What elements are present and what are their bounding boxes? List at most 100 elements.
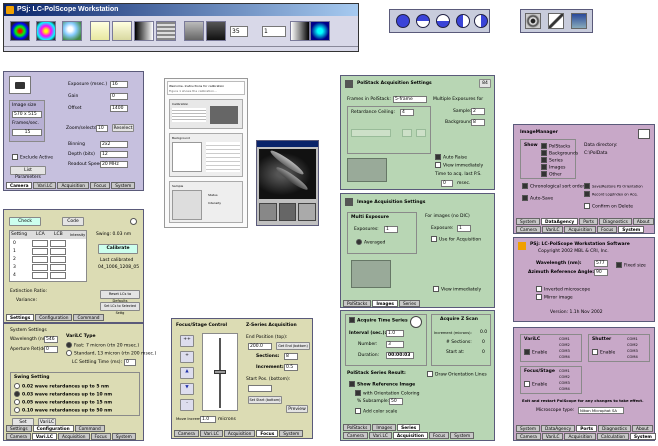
info-icon[interactable] (130, 218, 137, 225)
set-start-button[interactable]: Set Start (bottom) (248, 396, 282, 404)
save-restore-checkbox[interactable] (584, 183, 590, 189)
tab-camera[interactable]: Camera (174, 430, 199, 437)
tab-camera[interactable]: Camera (343, 432, 368, 439)
reset-lcs-button[interactable]: Reset LCs to Defaults (100, 290, 140, 303)
lca-cell[interactable] (32, 240, 48, 247)
gradient-image-icon[interactable] (134, 21, 154, 41)
tab-varilc[interactable]: Vari.LC (31, 433, 57, 440)
averaged-radio[interactable] (356, 239, 362, 245)
half-circle-bottom-icon[interactable] (436, 14, 450, 28)
zoom-input[interactable]: 10 (96, 125, 108, 132)
camera-icon[interactable] (184, 21, 204, 41)
count-spinner[interactable]: 35 (230, 26, 248, 37)
show-other[interactable]: Other (541, 171, 562, 179)
color-wheel-icon[interactable] (10, 21, 30, 41)
confirm-delete-checkbox[interactable] (584, 203, 590, 209)
focus-com-list[interactable]: COM1 COM2 COM3 COM4 (559, 368, 570, 392)
tab-polstacks[interactable]: PolStacks (343, 424, 372, 431)
focus-enable-option[interactable]: Enable (524, 381, 547, 389)
tab-settings[interactable]: Settings (6, 425, 32, 432)
half-circle-right-icon[interactable] (474, 14, 488, 28)
images-checkbox[interactable] (541, 164, 547, 170)
table-row[interactable]: 0 (10, 240, 86, 248)
polstack-info-button[interactable]: 84 (479, 79, 491, 88)
mirror-option[interactable]: Mirror image (536, 294, 573, 302)
com3-option[interactable]: COM3 (559, 349, 570, 353)
tab-diagnostics[interactable]: Diagnostics (598, 425, 632, 432)
thumb-2[interactable] (278, 203, 297, 221)
com4-option[interactable]: COM4 (627, 355, 638, 359)
averaged-option[interactable]: Averaged (356, 239, 385, 247)
tab-acquisition[interactable]: Acquisition (57, 182, 89, 189)
color-scale-checkbox[interactable] (355, 408, 361, 414)
com2-option[interactable]: COM2 (627, 343, 638, 347)
save-restore-option[interactable]: Save/Restore PS Orientation (584, 183, 643, 191)
shutter-com-list[interactable]: COM1 COM2 COM3 COM4 (627, 336, 638, 360)
new-document-icon[interactable] (90, 21, 110, 41)
about-azimuth-input[interactable]: 90 (594, 269, 608, 276)
target-icon[interactable] (525, 13, 541, 29)
varilc-enable-checkbox[interactable] (524, 349, 530, 355)
swing-option-2[interactable]: 0.03 wave retardances up to 10 nm (14, 391, 112, 399)
tab-camera[interactable]: Camera (516, 433, 541, 440)
tab-system[interactable]: System (630, 433, 656, 440)
magnify-color-icon[interactable] (62, 21, 82, 41)
preview-button[interactable]: Preview (286, 405, 308, 413)
gray-levels-icon[interactable] (290, 21, 310, 41)
background-input[interactable]: 8 (471, 119, 485, 126)
tab-focus[interactable]: Focus (428, 432, 450, 439)
com1-option[interactable]: COM1 (559, 369, 570, 373)
move-increment-input[interactable]: 1.0 (200, 416, 216, 423)
chrono-checkbox[interactable] (522, 183, 528, 189)
exclude-label[interactable]: Exclude Active (12, 154, 53, 162)
com3-option[interactable]: COM3 (627, 349, 638, 353)
autosave-checkbox[interactable] (522, 195, 528, 201)
standard-option[interactable]: Standard, 13 micron (rtn 200 msec.) (66, 350, 156, 358)
view-immediately-checkbox[interactable] (435, 162, 441, 168)
use-acquisition-option[interactable]: Use for Acquisition (431, 236, 481, 244)
tab-configuration[interactable]: Configuration (32, 425, 74, 432)
lca-cell[interactable] (32, 264, 48, 271)
swing-option-3[interactable]: 0.05 wave retardances up to 15 nm (14, 399, 112, 407)
focus-arrow-down-button[interactable]: ▼ (180, 383, 194, 395)
offset-input[interactable]: 1400 (110, 105, 128, 112)
shutter-enable-option[interactable]: Enable (592, 349, 615, 357)
half-circle-left-icon[interactable] (456, 14, 470, 28)
table-row[interactable]: 3 (10, 264, 86, 272)
tab-acquisition[interactable]: Acquisition (564, 433, 597, 440)
fixed-size-checkbox[interactable] (616, 262, 622, 268)
tab-focus[interactable]: Focus (597, 226, 618, 233)
open-document-icon[interactable] (112, 21, 132, 41)
lcb-cell[interactable] (50, 272, 66, 279)
draw-orientation-option[interactable]: Draw Orientation Lines (427, 371, 487, 379)
record-log-checkbox[interactable] (584, 191, 590, 197)
tab-system[interactable]: System (111, 433, 136, 440)
check-button[interactable]: Check (9, 217, 41, 226)
lcb-cell[interactable] (50, 248, 66, 255)
with-orientation-checkbox[interactable] (355, 390, 361, 396)
focus-arrow-up-button[interactable]: ▲ (180, 367, 194, 379)
thumb-3[interactable] (298, 203, 317, 221)
tab-about[interactable]: About (632, 218, 654, 225)
show-reference-option[interactable]: Show Reference Image (349, 381, 415, 389)
count-dropdown[interactable]: 1 (262, 26, 286, 37)
com2-option[interactable]: COM2 (559, 343, 570, 347)
tab-polstacks[interactable]: PolStacks (343, 300, 372, 307)
chrono-option[interactable]: Chronological sort order (522, 183, 584, 191)
tab-camera[interactable]: Camera (6, 182, 33, 189)
exposure-input[interactable]: 16 (110, 81, 128, 88)
tab-system[interactable]: System (618, 226, 645, 233)
varilc-enable-option[interactable]: Enable (524, 349, 547, 357)
aperture-input[interactable]: 0 (44, 346, 58, 353)
tab-images[interactable]: Images (372, 300, 398, 307)
tab-series[interactable]: Series (397, 424, 421, 431)
tab-varilc[interactable]: Vari.LC (33, 182, 57, 189)
tab-acquisition[interactable]: Acquisition (223, 430, 256, 437)
use-acquisition-checkbox[interactable] (431, 236, 437, 242)
exclude-checkbox[interactable] (12, 154, 18, 160)
tab-system[interactable]: System (516, 218, 541, 225)
list-parameters-button[interactable]: List Parameters (10, 166, 46, 180)
calibrate-button[interactable]: Calibrate (98, 244, 138, 254)
tab-acquisition[interactable]: Acquisition (564, 226, 597, 233)
com3-option[interactable]: COM3 (559, 381, 570, 385)
